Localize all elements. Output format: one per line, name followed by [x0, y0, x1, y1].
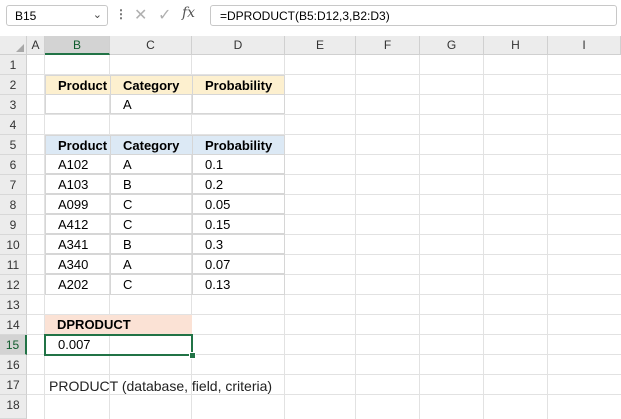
- table-cell[interactable]: 0.07: [192, 254, 285, 274]
- row-header-12[interactable]: 12: [0, 275, 27, 295]
- column-header-d[interactable]: D: [192, 36, 285, 55]
- column-header-f[interactable]: F: [356, 36, 420, 55]
- row-header-5[interactable]: 5: [0, 135, 27, 155]
- row-header-7[interactable]: 7: [0, 175, 27, 195]
- table-cell[interactable]: 0.3: [192, 234, 285, 254]
- row-header-4[interactable]: 4: [0, 115, 27, 135]
- gridline: [27, 394, 621, 395]
- table-cell[interactable]: A340: [45, 254, 111, 274]
- table-cell[interactable]: B: [110, 234, 193, 254]
- column-header-b[interactable]: B: [45, 36, 110, 55]
- column-header-e[interactable]: E: [285, 36, 356, 55]
- enter-icon[interactable]: ✓: [158, 5, 171, 25]
- table-cell[interactable]: 0.05: [192, 194, 285, 214]
- row-header-6[interactable]: 6: [0, 155, 27, 175]
- table-cell[interactable]: A102: [45, 154, 111, 174]
- row-header-17[interactable]: 17: [0, 375, 27, 395]
- database-header-category[interactable]: Category: [110, 135, 193, 155]
- row-header-9[interactable]: 9: [0, 215, 27, 235]
- criteria-header-probability[interactable]: Probability: [192, 75, 285, 95]
- row-header-16[interactable]: 16: [0, 355, 27, 375]
- database-header-product[interactable]: Product: [45, 135, 111, 155]
- criteria-value-probability[interactable]: [192, 94, 285, 114]
- row-header-18[interactable]: 18: [0, 395, 27, 419]
- gridline: [27, 114, 621, 115]
- gridline: [355, 55, 356, 419]
- fill-handle[interactable]: [189, 352, 196, 359]
- table-cell[interactable]: A: [110, 254, 193, 274]
- criteria-header-product[interactable]: Product: [45, 75, 111, 95]
- row-header-1[interactable]: 1: [0, 55, 27, 75]
- worksheet-grid: A B C D E F G H I 1 2 3 4 5 6 7 8 9 10 1…: [0, 36, 621, 419]
- column-header-h[interactable]: H: [484, 36, 548, 55]
- row-header-3[interactable]: 3: [0, 95, 27, 115]
- gridline: [483, 55, 484, 419]
- table-cell[interactable]: 0.1: [192, 154, 285, 174]
- table-cell[interactable]: A099: [45, 194, 111, 214]
- table-cell[interactable]: A341: [45, 234, 111, 254]
- cancel-icon[interactable]: ✕: [134, 5, 147, 25]
- result-label[interactable]: DPRODUCT: [45, 315, 192, 335]
- column-header-i[interactable]: I: [548, 36, 621, 55]
- row-header-2[interactable]: 2: [0, 75, 27, 95]
- select-all-triangle-icon: [16, 44, 24, 52]
- row-header-10[interactable]: 10: [0, 235, 27, 255]
- criteria-value-product[interactable]: [45, 94, 111, 114]
- criteria-value-category[interactable]: A: [110, 94, 193, 114]
- chevron-down-icon[interactable]: ⌄: [93, 8, 102, 21]
- table-cell[interactable]: 0.13: [192, 274, 285, 295]
- criteria-header-category[interactable]: Category: [110, 75, 193, 95]
- table-cell[interactable]: A412: [45, 214, 111, 234]
- syntax-text: PRODUCT (database, field, criteria): [49, 378, 273, 394]
- name-box-value: B15: [15, 9, 37, 23]
- row-header-15[interactable]: 15: [0, 335, 27, 355]
- name-box[interactable]: B15 ⌄: [6, 5, 108, 26]
- table-cell[interactable]: A: [110, 154, 193, 174]
- column-header-c[interactable]: C: [110, 36, 192, 55]
- table-cell[interactable]: A103: [45, 174, 111, 194]
- table-cell[interactable]: B: [110, 174, 193, 194]
- row-header-13[interactable]: 13: [0, 295, 27, 315]
- formula-input[interactable]: =DPRODUCT(B5:D12,3,B2:D3): [210, 5, 617, 26]
- gridline: [27, 374, 621, 375]
- table-cell[interactable]: C: [110, 274, 193, 295]
- more-options-icon[interactable]: ⋮: [115, 7, 127, 21]
- column-header-a[interactable]: A: [27, 36, 45, 55]
- table-cell[interactable]: A202: [45, 274, 111, 295]
- gridline: [547, 55, 548, 419]
- table-cell[interactable]: C: [110, 194, 193, 214]
- table-cell[interactable]: C: [110, 214, 193, 234]
- select-all-corner[interactable]: [0, 36, 27, 55]
- insert-function-icon[interactable]: fx: [182, 5, 195, 21]
- formula-text: =DPRODUCT(B5:D12,3,B2:D3): [220, 9, 390, 23]
- database-header-probability[interactable]: Probability: [192, 135, 285, 155]
- table-cell[interactable]: 0.2: [192, 174, 285, 194]
- formula-bar: B15 ⌄ ⋮ ✕ ✓ fx =DPRODUCT(B5:D12,3,B2:D3): [0, 0, 621, 32]
- table-cell[interactable]: 0.15: [192, 214, 285, 234]
- column-header-g[interactable]: G: [420, 36, 484, 55]
- result-value-cell[interactable]: 0.007: [44, 334, 193, 356]
- row-header-8[interactable]: 8: [0, 195, 27, 215]
- row-header-11[interactable]: 11: [0, 255, 27, 275]
- row-header-14[interactable]: 14: [0, 315, 27, 335]
- gridline: [419, 55, 420, 419]
